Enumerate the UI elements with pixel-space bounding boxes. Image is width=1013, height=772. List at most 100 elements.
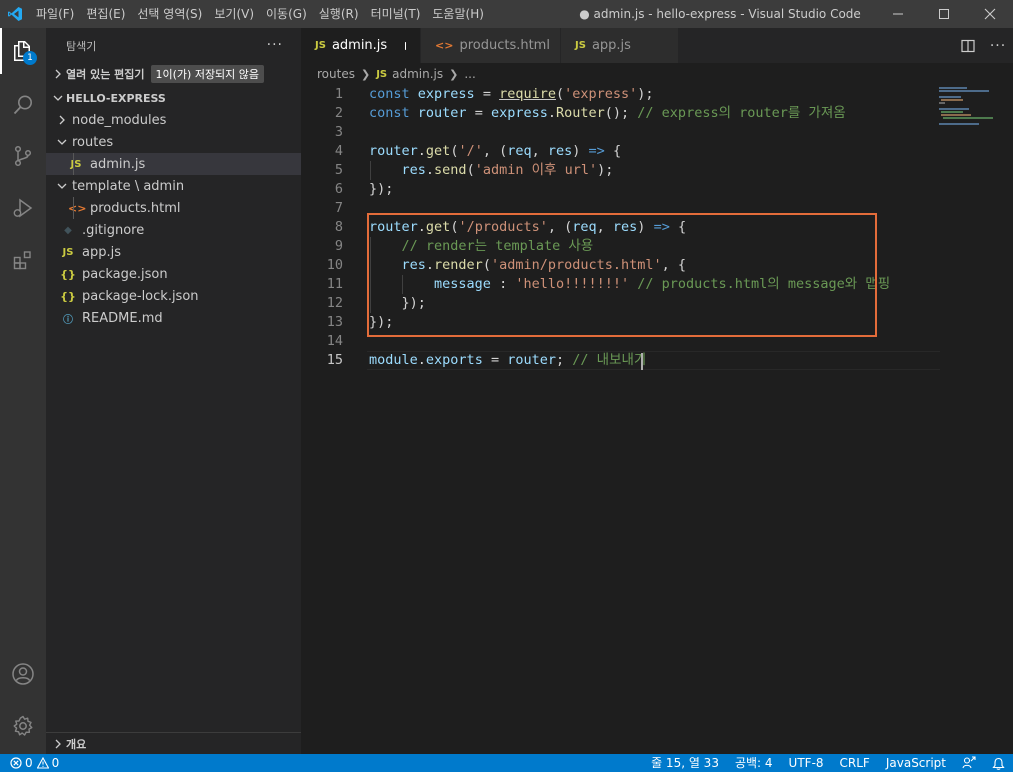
js-file-icon: JS <box>70 158 82 170</box>
tree-item-template-admin[interactable]: template \ admin <box>46 175 301 197</box>
menu-item[interactable]: 보기(V) <box>208 0 260 28</box>
js-file-icon: JS <box>315 40 326 51</box>
unsaved-dot-icon[interactable] <box>405 41 406 50</box>
code-token: // express의 router를 가져옴 <box>637 105 846 121</box>
code-token: . <box>425 162 435 178</box>
notifications-bell-icon[interactable] <box>984 757 1013 770</box>
indent-guide <box>73 197 74 219</box>
settings-gear-icon[interactable] <box>0 706 46 746</box>
feedback-icon[interactable] <box>954 756 984 770</box>
more-actions-button[interactable]: ··· <box>267 28 283 63</box>
menu-item[interactable]: 이동(G) <box>260 0 313 28</box>
indent-guide <box>73 153 74 175</box>
tab-app-js[interactable]: JS app.js <box>561 28 679 63</box>
status-right: 줄 15, 열 33 공백: 4 UTF-8 CRLF JavaScript <box>643 754 1013 772</box>
extensions-icon[interactable] <box>0 240 46 280</box>
account-icon[interactable] <box>0 654 46 694</box>
code-token: 'express' <box>564 86 638 102</box>
breadcrumb-folder[interactable]: routes <box>317 67 355 81</box>
tree-item-node-modules[interactable]: node_modules <box>46 109 301 131</box>
tab-products-html[interactable]: <> products.html <box>421 28 561 63</box>
code-token: { <box>604 143 622 159</box>
tree-item-package-lock-json[interactable]: {} package-lock.json <box>46 285 301 307</box>
menu-item[interactable]: 실행(R) <box>313 0 365 28</box>
search-icon[interactable] <box>0 85 46 125</box>
tree-item-routes[interactable]: routes <box>46 131 301 153</box>
open-editors-label: 열려 있는 편집기 <box>66 68 145 81</box>
encoding[interactable]: UTF-8 <box>781 754 832 772</box>
status-bar: 0 0 줄 15, 열 33 공백: 4 UTF-8 CRLF JavaScri… <box>0 754 1013 772</box>
code-text: const router = express.Router(); // expr… <box>369 104 846 123</box>
menu-item[interactable]: 파일(F) <box>30 0 80 28</box>
explorer-icon[interactable]: 1 <box>0 31 46 71</box>
tree-item-app-js[interactable]: JS app.js <box>46 241 301 263</box>
menu-item[interactable]: 도움말(H) <box>426 0 490 28</box>
tree-item-label: app.js <box>82 244 121 260</box>
tree-item-admin-js[interactable]: JS admin.js <box>46 153 301 175</box>
maximize-icon[interactable] <box>921 0 967 28</box>
code-token: = <box>482 352 508 368</box>
split-editor-icon[interactable] <box>953 28 983 63</box>
menu-item[interactable]: 터미널(T) <box>365 0 427 28</box>
tree-item-package-json[interactable]: {} package.json <box>46 263 301 285</box>
code-token: const <box>369 105 418 121</box>
close-icon[interactable] <box>967 0 1013 28</box>
code-token: express <box>490 105 548 121</box>
code-token: const <box>369 86 418 102</box>
language-mode[interactable]: JavaScript <box>878 754 954 772</box>
chevron-right-icon <box>54 115 70 125</box>
line-number: 3 <box>334 124 343 140</box>
open-editors-section[interactable]: 열려 있는 편집기 1이(가) 저장되지 않음 <box>46 63 301 85</box>
problems-indicator[interactable]: 0 0 <box>0 754 59 772</box>
more-actions-icon[interactable]: ··· <box>983 28 1013 63</box>
file-tree: node_modules routes JS admin.js template \ a… <box>46 109 301 329</box>
line-number: 11 <box>326 276 343 292</box>
code-line: 5 res.send('admin 이후 url'); <box>301 161 1013 180</box>
project-name: HELLO-EXPRESS <box>66 91 166 105</box>
code-token: Router <box>556 105 605 121</box>
warning-icon <box>36 757 49 769</box>
code-token: ( <box>555 86 565 102</box>
html-file-icon: <> <box>68 201 87 215</box>
run-debug-icon[interactable] <box>0 188 46 228</box>
source-control-icon[interactable] <box>0 136 46 176</box>
tree-item-gitignore[interactable]: ◆ .gitignore <box>46 219 301 241</box>
breadcrumb-file[interactable]: admin.js <box>392 67 443 81</box>
code-token: exports <box>425 352 483 368</box>
menu-item[interactable]: 편집(E) <box>80 0 131 28</box>
line-number: 8 <box>334 219 343 235</box>
code-line: 3 <box>301 123 1013 142</box>
outline-section[interactable]: 개요 <box>46 732 301 754</box>
tree-item-label: README.md <box>82 310 163 326</box>
line-number: 9 <box>334 238 343 254</box>
line-number: 7 <box>334 200 343 216</box>
code-line: 1 const express = require('express'); <box>301 85 1013 104</box>
code-editor[interactable]: 1 const express = require('express'); 2 con… <box>301 85 1013 754</box>
indentation[interactable]: 공백: 4 <box>727 754 781 772</box>
vscode-logo-icon <box>0 0 30 28</box>
menu-bar: 파일(F) 편집(E) 선택 영역(S) 보기(V) 이동(G) 실행(R) 터미널(T) 도… <box>30 0 490 28</box>
line-number: 12 <box>326 295 343 311</box>
window-title: ● admin.js - hello-express - Visual Stud… <box>579 7 861 21</box>
code-token: get <box>425 143 451 159</box>
project-section[interactable]: HELLO-EXPRESS <box>46 87 301 109</box>
minimize-icon[interactable] <box>875 0 921 28</box>
minimap[interactable] <box>939 85 999 125</box>
code-token: res <box>547 143 573 159</box>
tree-item-label: package-lock.json <box>82 288 199 304</box>
chevron-down-icon <box>54 137 70 147</box>
tree-item-readme-md[interactable]: ⓘ README.md <box>46 307 301 329</box>
code-token: ( <box>466 162 475 178</box>
code-text: const express = require('express'); <box>369 85 654 104</box>
editor-tabs: JS admin.js <> products.html JS app.js ··· <box>301 28 1013 63</box>
breadcrumb-more[interactable]: ... <box>464 67 475 81</box>
cursor-position[interactable]: 줄 15, 열 33 <box>643 754 727 772</box>
code-text: module.exports = router; // 내보내기 <box>369 351 646 370</box>
code-token: '/' <box>458 143 483 159</box>
menu-item[interactable]: 선택 영역(S) <box>131 0 208 28</box>
tree-item-products-html[interactable]: <> products.html <box>46 197 301 219</box>
end-of-line[interactable]: CRLF <box>832 754 878 772</box>
tab-admin-js[interactable]: JS admin.js <box>301 28 421 63</box>
breadcrumb: routes ❯ JS admin.js ❯ ... <box>301 63 1013 85</box>
line-number: 13 <box>326 314 343 330</box>
